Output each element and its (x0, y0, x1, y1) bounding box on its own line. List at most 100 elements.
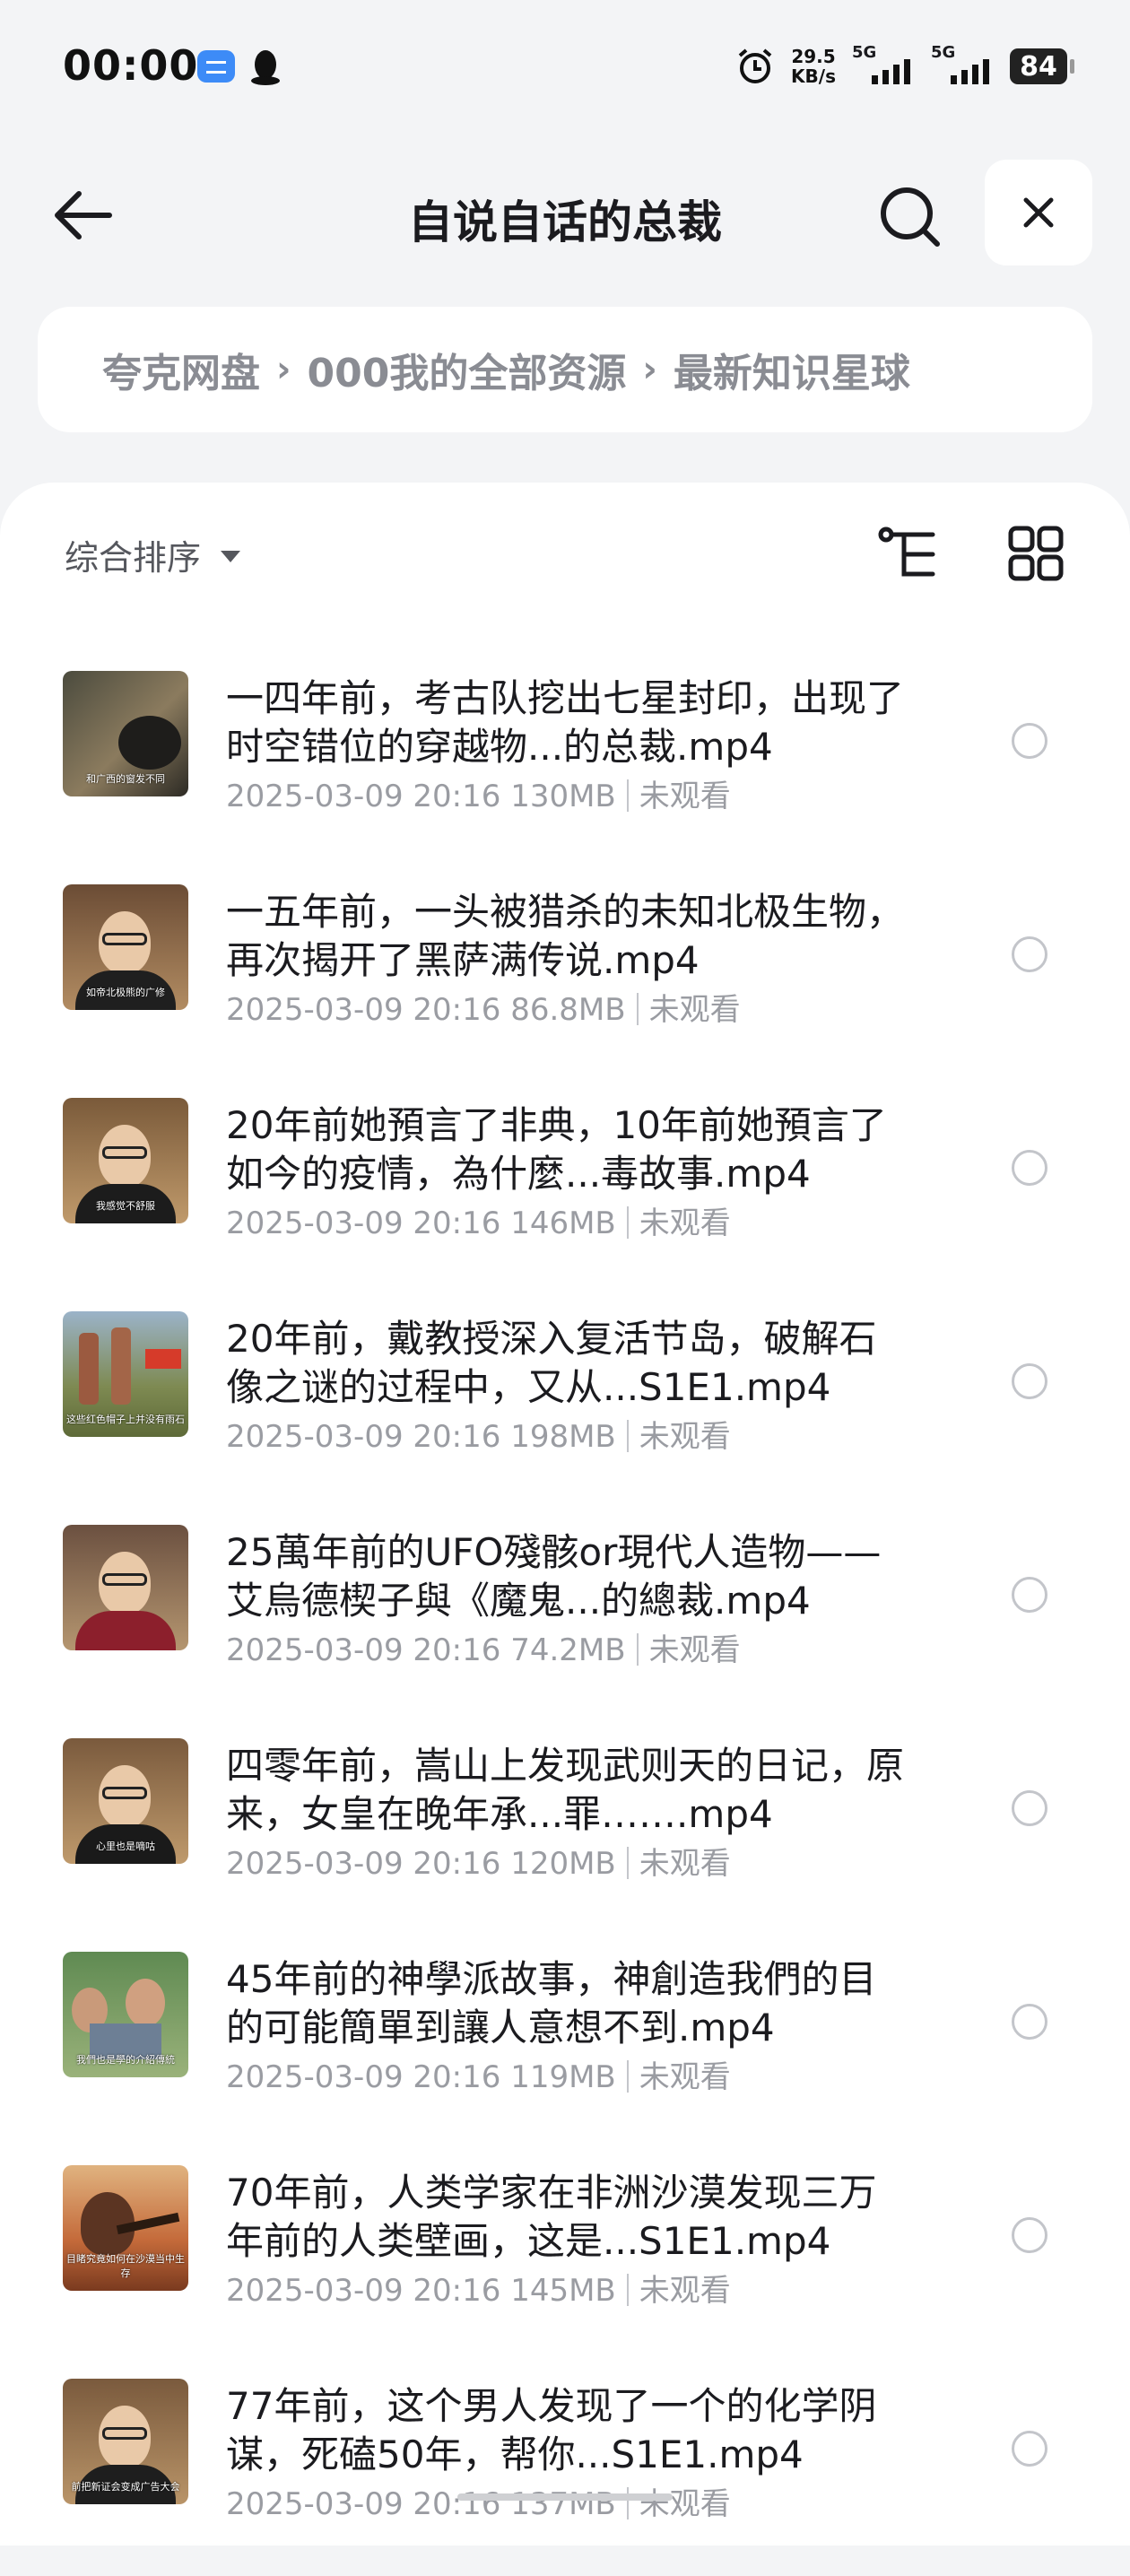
file-meta: 2025-03-09 20:16 74.2MB 未观看 (226, 1625, 741, 1669)
list-item[interactable]: 25萬年前的UFO殘骸or現代人造物——艾烏德楔子與《魔鬼...的總裁.mp4 … (0, 1509, 1130, 1722)
file-name: 一五年前，一头被猎杀的未知北极生物，再次揭开了黑萨满传说.mp4 (226, 890, 905, 982)
select-radio[interactable] (1012, 2217, 1047, 2253)
video-thumbnail (63, 1525, 188, 1650)
file-meta: 2025-03-09 20:16 137MB 未观看 (226, 2479, 731, 2523)
file-date: 2025-03-09 20:16 (226, 2273, 501, 2309)
file-name: 70年前，人类学家在非洲沙漠发现三万年前的人类壁画，这是...S1E1.mp4 (226, 2171, 877, 2263)
file-list: 和广西的窗发不同 一四年前，考古队挖出七星封印，出现了时空错位的穿越物...的总… (0, 655, 1130, 2576)
file-date: 2025-03-09 20:16 (226, 992, 501, 1028)
breadcrumb-item-knowledge[interactable]: 最新知识星球 (674, 341, 910, 398)
file-meta: 2025-03-09 20:16 198MB 未观看 (226, 1412, 731, 1456)
file-name: 77年前，这个男人发现了一个的化学阴谋，死磕50年，帮你...S1E1.mp4 (226, 2384, 877, 2476)
select-radio[interactable] (1012, 936, 1047, 972)
watch-status: 未观看 (639, 2059, 731, 2095)
select-radio[interactable] (1012, 1150, 1047, 1186)
thumbnail-caption: 我們也是學的介紹傳統 (76, 2054, 175, 2066)
video-thumbnail: 心里也是嘀咕 (63, 1738, 188, 1864)
status-bar: 00:00 29.5 KB/s 5G 5G 84 (0, 0, 1130, 135)
watch-status: 未观看 (639, 2486, 731, 2522)
list-item[interactable]: 我感觉不舒服 20年前她預言了非典，10年前她預言了如今的疫情，為什麼...毒故… (0, 1082, 1130, 1295)
file-date: 2025-03-09 20:16 (226, 2486, 501, 2522)
list-item[interactable]: 如帝北极熊的广修 一五年前，一头被猎杀的未知北极生物，再次揭开了黑萨满传说.mp… (0, 868, 1130, 1082)
video-thumbnail: 目睹究竟如何在沙漠当中生存 (63, 2165, 188, 2291)
select-radio[interactable] (1012, 723, 1047, 759)
file-name: 25萬年前的UFO殘骸or現代人造物——艾烏德楔子與《魔鬼...的總裁.mp4 (226, 1530, 882, 1623)
thumbnail-caption: 目睹究竟如何在沙漠当中生存 (66, 2253, 185, 2279)
thumbnail-caption: 心里也是嘀咕 (96, 1841, 155, 1852)
breadcrumb-item-root[interactable]: 夸克网盘 (102, 341, 260, 398)
file-meta: 2025-03-09 20:16 130MB 未观看 (226, 771, 731, 815)
file-date: 2025-03-09 20:16 (226, 1846, 501, 1882)
watch-status: 未观看 (648, 992, 741, 1028)
breadcrumb-fade (976, 307, 1092, 432)
video-thumbnail: 这些红色帽子上并没有雨石 (63, 1311, 188, 1437)
signal-sim1-icon: 5G (852, 43, 915, 84)
list-item[interactable]: 前把新证会变成广告大会 77年前，这个男人发现了一个的化学阴谋，死磕50年，帮你… (0, 2363, 1130, 2576)
list-item[interactable]: 心里也是嘀咕 四零年前，嵩山上发现武则天的日记，原来，女皇在晚年承...罪…….… (0, 1722, 1130, 1936)
chevron-right-icon: › (276, 349, 291, 390)
thumbnail-caption: 我感觉不舒服 (96, 1200, 155, 1212)
network-speed: 29.5 KB/s (791, 46, 836, 87)
select-radio[interactable] (1012, 1790, 1047, 1826)
select-radio[interactable] (1012, 1577, 1047, 1613)
file-size: 86.8MB (510, 992, 626, 1028)
file-size: 198MB (510, 1419, 616, 1455)
message-app-icon (197, 50, 235, 83)
select-radio[interactable] (1012, 1363, 1047, 1399)
alarm-icon (738, 48, 772, 83)
home-indicator[interactable] (457, 2493, 673, 2501)
file-size: 145MB (510, 2273, 616, 2309)
file-meta: 2025-03-09 20:16 119MB 未观看 (226, 2052, 731, 2096)
file-size: 130MB (510, 779, 616, 814)
file-name: 20年前，戴教授深入复活节岛，破解石像之谜的过程中，又从...S1E1.mp4 (226, 1317, 877, 1409)
file-list-panel: 综合排序 和广西的窗发不同 一四年前，考古队挖出七星封印，出现了时空错位的穿越物… (0, 483, 1130, 2546)
file-date: 2025-03-09 20:16 (226, 1632, 501, 1668)
file-date: 2025-03-09 20:16 (226, 779, 501, 814)
close-button[interactable] (985, 160, 1092, 265)
search-icon[interactable] (874, 181, 946, 253)
caret-down-icon (221, 550, 241, 562)
breadcrumb: 夸克网盘 › 000我的全部资源 › 最新知识星球 (38, 307, 1092, 432)
video-thumbnail: 我感觉不舒服 (63, 1098, 188, 1223)
file-date: 2025-03-09 20:16 (226, 2059, 501, 2095)
thumbnail-caption: 前把新证会变成广告大会 (71, 2481, 180, 2493)
watch-status: 未观看 (639, 1846, 731, 1882)
list-item[interactable]: 目睹究竟如何在沙漠当中生存 70年前，人类学家在非洲沙漠发现三万年前的人类壁画，… (0, 2149, 1130, 2363)
grid-view-icon[interactable] (1008, 526, 1064, 581)
list-item[interactable]: 和广西的窗发不同 一四年前，考古队挖出七星封印，出现了时空错位的穿越物...的总… (0, 655, 1130, 868)
file-date: 2025-03-09 20:16 (226, 1419, 501, 1455)
list-item[interactable]: 这些红色帽子上并没有雨石 20年前，戴教授深入复活节岛，破解石像之谜的过程中，又… (0, 1295, 1130, 1509)
video-thumbnail: 我們也是學的介紹傳統 (63, 1952, 188, 2077)
thumbnail-caption: 这些红色帽子上并没有雨石 (66, 1414, 185, 1425)
close-icon (1023, 197, 1054, 228)
thumbnail-caption: 和广西的窗发不同 (86, 773, 165, 785)
penguin-app-icon (251, 50, 280, 85)
breadcrumb-item-resources[interactable]: 000我的全部资源 (307, 341, 626, 398)
thumbnail-caption: 如帝北极熊的广修 (86, 987, 165, 998)
video-thumbnail: 前把新证会变成广告大会 (63, 2379, 188, 2504)
video-thumbnail: 和广西的窗发不同 (63, 671, 188, 796)
file-size: 146MB (510, 1205, 616, 1241)
file-meta: 2025-03-09 20:16 145MB 未观看 (226, 2266, 731, 2310)
list-item[interactable]: 我們也是學的介紹傳統 45年前的神學派故事，神創造我們的目的可能簡單到讓人意想不… (0, 1936, 1130, 2149)
file-size: 137MB (510, 2486, 616, 2522)
watch-status: 未观看 (639, 2273, 731, 2309)
select-radio[interactable] (1012, 2004, 1047, 2040)
watch-status: 未观看 (639, 779, 731, 814)
select-radio[interactable] (1012, 2431, 1047, 2467)
file-name: 一四年前，考古队挖出七星封印，出现了时空错位的穿越物...的总裁.mp4 (226, 676, 905, 769)
watch-status: 未观看 (639, 1205, 731, 1241)
signal-sim2-icon: 5G (931, 43, 994, 84)
file-date: 2025-03-09 20:16 (226, 1205, 501, 1241)
watch-status: 未观看 (648, 1632, 741, 1668)
file-meta: 2025-03-09 20:16 146MB 未观看 (226, 1198, 731, 1242)
tree-view-icon[interactable] (877, 526, 940, 583)
file-name: 四零年前，嵩山上发现武则天的日记，原来，女皇在晚年承...罪…….mp4 (226, 1744, 905, 1836)
page-title: 自说自话的总裁 (408, 196, 722, 248)
file-size: 120MB (510, 1846, 616, 1882)
file-name: 20年前她預言了非典，10年前她預言了如今的疫情，為什麼...毒故事.mp4 (226, 1103, 887, 1196)
file-meta: 2025-03-09 20:16 86.8MB 未观看 (226, 985, 741, 1029)
chevron-right-icon: › (642, 349, 657, 390)
sort-dropdown[interactable]: 综合排序 (65, 527, 241, 581)
watch-status: 未观看 (639, 1419, 731, 1455)
